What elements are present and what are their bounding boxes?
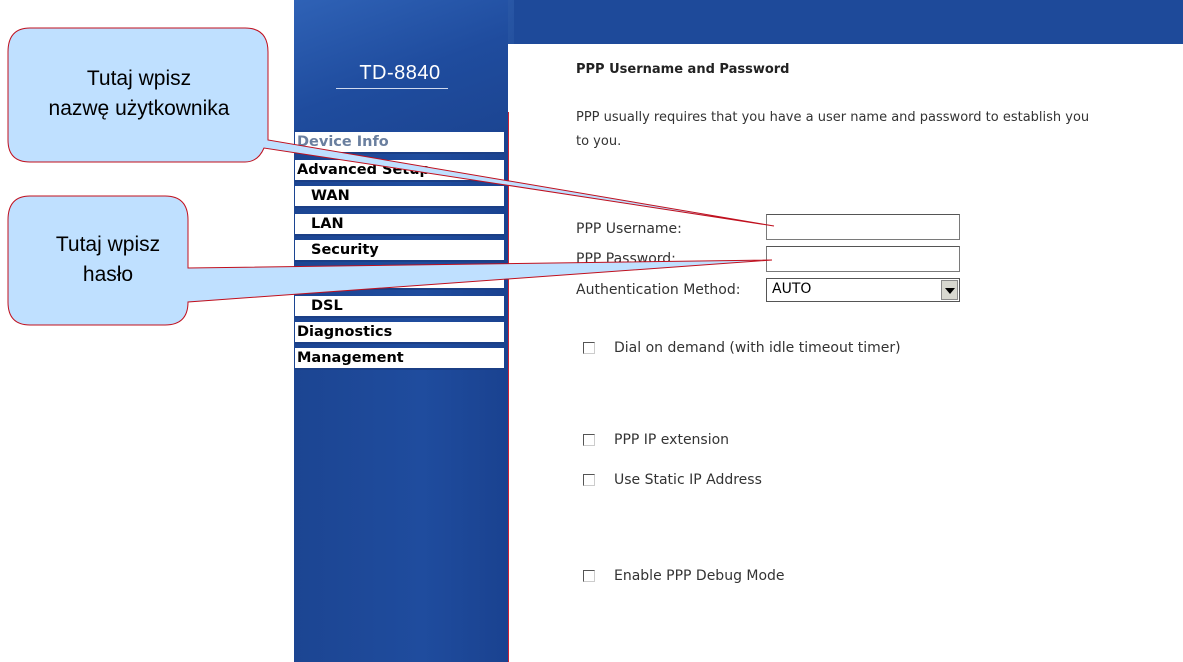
username-callout-line-1: Tutaj wpisz: [86, 67, 192, 90]
password-callout-line-2: hasło: [82, 263, 134, 286]
username-callout-line-2: nazwę użytkownika: [48, 97, 230, 120]
password-callout-text: Tutaj wpisz hasło: [8, 230, 208, 290]
password-callout-line-1: Tutaj wpisz: [55, 233, 161, 256]
username-callout-text: Tutaj wpisz nazwę użytkownika: [8, 64, 270, 124]
